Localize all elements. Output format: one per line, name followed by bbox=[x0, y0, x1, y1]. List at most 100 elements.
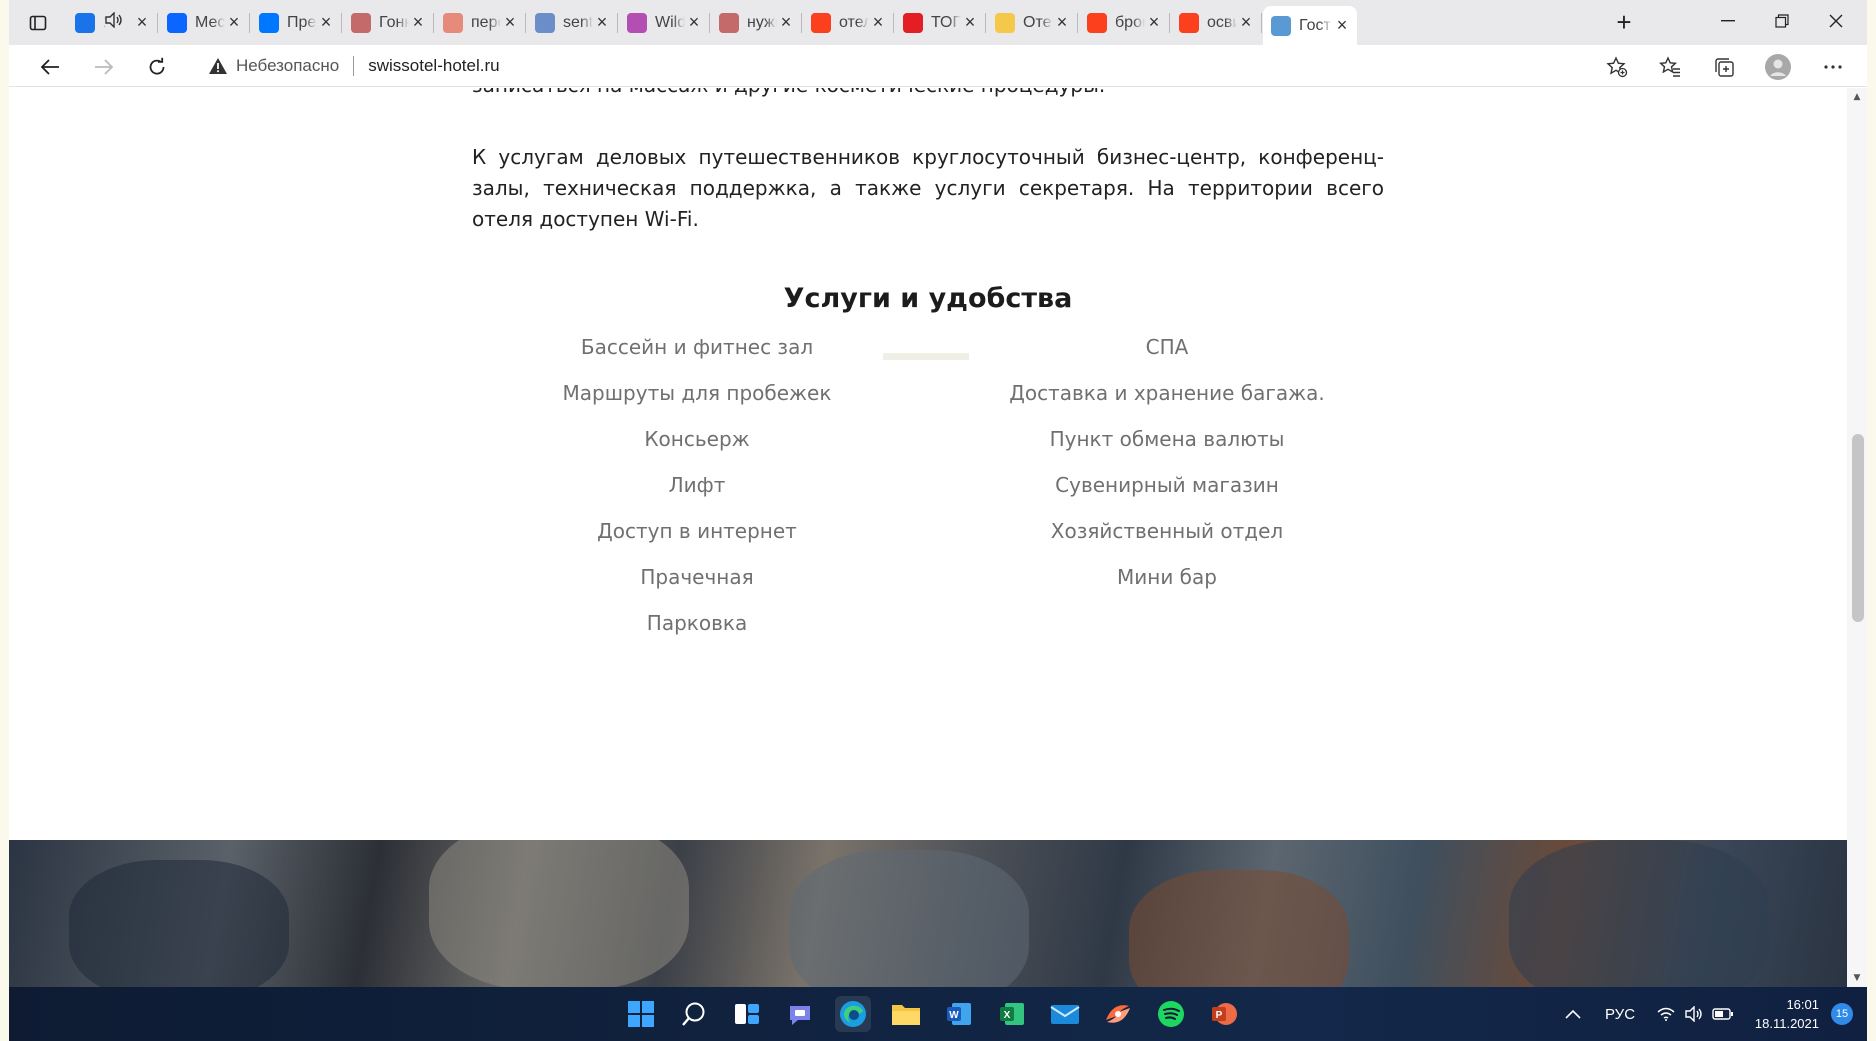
mail-icon bbox=[1050, 1005, 1080, 1024]
mail-button[interactable] bbox=[1047, 996, 1083, 1032]
browser-tab[interactable]: 1× bbox=[67, 6, 158, 39]
browser-tab[interactable]: нужн× bbox=[711, 6, 802, 39]
close-tab-icon[interactable]: × bbox=[961, 12, 979, 33]
favorites-button[interactable] bbox=[1652, 51, 1688, 83]
close-tab-icon[interactable]: × bbox=[409, 12, 427, 33]
amenity-item: Прачечная bbox=[640, 565, 754, 589]
word-icon: W bbox=[947, 1003, 971, 1025]
close-tab-icon[interactable]: × bbox=[1333, 15, 1351, 36]
tab-title: Гост bbox=[1299, 16, 1331, 34]
scroll-thumb[interactable] bbox=[1852, 434, 1864, 622]
amenity-item: Консьерж bbox=[644, 427, 750, 451]
speaker-icon[interactable] bbox=[105, 11, 125, 33]
back-button[interactable] bbox=[34, 51, 66, 83]
teams-chat-button[interactable] bbox=[782, 996, 818, 1032]
chevron-up-icon bbox=[1565, 1009, 1581, 1019]
browser-tab[interactable]: Гонк × bbox=[343, 6, 434, 39]
close-tab-icon[interactable]: × bbox=[1145, 12, 1163, 33]
sw-icon bbox=[1271, 15, 1291, 36]
tab-actions-button[interactable] bbox=[19, 8, 57, 38]
close-tab-icon[interactable]: × bbox=[225, 12, 243, 33]
windows-icon bbox=[628, 1001, 654, 1027]
powerpoint-button[interactable]: P bbox=[1206, 996, 1242, 1032]
amenity-item: Хозяйственный отдел bbox=[1050, 519, 1284, 543]
file-explorer-button[interactable] bbox=[888, 996, 924, 1032]
browser-tab[interactable]: ТОП × bbox=[895, 6, 986, 39]
close-tab-icon[interactable]: × bbox=[133, 12, 151, 33]
close-tab-icon[interactable]: × bbox=[869, 12, 887, 33]
browser-tab[interactable]: Wild × bbox=[619, 6, 710, 39]
browser-tab[interactable]: Пред× bbox=[251, 6, 342, 39]
wifi-icon[interactable] bbox=[1657, 987, 1675, 1041]
collections-button[interactable] bbox=[1706, 51, 1742, 83]
tab-title: Пред bbox=[287, 13, 317, 31]
forward-button[interactable] bbox=[88, 51, 120, 83]
tab-separator bbox=[893, 13, 894, 33]
app-launcher-button[interactable] bbox=[1100, 996, 1136, 1032]
tab-title: 1 bbox=[103, 14, 105, 32]
tab-title: осви bbox=[1207, 13, 1237, 31]
language-indicator[interactable]: РУС bbox=[1605, 987, 1635, 1041]
browser-tab[interactable]: брон× bbox=[1079, 6, 1170, 39]
browser-tab[interactable]: отел × bbox=[803, 6, 894, 39]
spotify-button[interactable] bbox=[1153, 996, 1189, 1032]
refresh-icon bbox=[149, 57, 165, 75]
close-tab-icon[interactable]: × bbox=[1237, 12, 1255, 33]
tray-overflow-button[interactable] bbox=[1565, 987, 1581, 1041]
section-title: Услуги и удобства bbox=[783, 283, 1073, 314]
start-button[interactable] bbox=[623, 996, 659, 1032]
word-button[interactable]: W bbox=[941, 996, 977, 1032]
profile-button[interactable] bbox=[1760, 51, 1796, 83]
clock-time: 16:01 bbox=[1786, 997, 1819, 1012]
amenity-item: Доступ в интернет bbox=[597, 519, 797, 543]
close-tab-icon[interactable]: × bbox=[501, 12, 519, 33]
close-tab-icon[interactable]: × bbox=[593, 12, 611, 33]
tab-title: Wild bbox=[655, 13, 685, 31]
browser-tab[interactable]: Месс× bbox=[159, 6, 250, 39]
notification-badge[interactable]: 15 bbox=[1831, 1003, 1853, 1025]
battery-icon[interactable] bbox=[1712, 987, 1734, 1041]
yandex-icon bbox=[1179, 12, 1199, 33]
close-window-button[interactable] bbox=[1813, 6, 1859, 36]
close-tab-icon[interactable]: × bbox=[1053, 12, 1071, 33]
warning-icon[interactable] bbox=[208, 57, 228, 75]
browser-tab[interactable]: Гост × bbox=[1263, 6, 1357, 45]
yandex-icon bbox=[443, 12, 463, 33]
minimize-button[interactable] bbox=[1705, 6, 1751, 36]
browser-tab[interactable]: sent × bbox=[527, 6, 618, 39]
close-tab-icon[interactable]: × bbox=[317, 12, 335, 33]
volume-icon[interactable] bbox=[1685, 987, 1703, 1041]
scroll-up-arrow-icon[interactable]: ▲ bbox=[1847, 88, 1867, 106]
widgets-button[interactable] bbox=[729, 996, 765, 1032]
pdf-doc-icon bbox=[719, 12, 739, 33]
new-tab-button[interactable]: + bbox=[1609, 8, 1639, 38]
clock[interactable]: 16:01 18.11.2021 bbox=[1755, 995, 1819, 1033]
scroll-down-arrow-icon[interactable]: ▼ bbox=[1847, 969, 1867, 987]
tab-actions-icon bbox=[29, 15, 47, 31]
folder-icon bbox=[892, 1005, 920, 1025]
excel-button[interactable]: X bbox=[994, 996, 1030, 1032]
security-label[interactable]: Небезопасно bbox=[236, 56, 339, 76]
close-icon bbox=[1829, 14, 1843, 28]
browser-tab[interactable]: пере× bbox=[435, 6, 526, 39]
url-text[interactable]: swissotel-hotel.ru bbox=[368, 56, 499, 76]
address-bar[interactable]: Небезопасно swissotel-hotel.ru bbox=[184, 48, 1634, 84]
refresh-button[interactable] bbox=[141, 51, 173, 83]
edge-taskbar-button[interactable] bbox=[835, 996, 871, 1032]
settings-menu-button[interactable] bbox=[1815, 51, 1851, 83]
close-tab-icon[interactable]: × bbox=[685, 12, 703, 33]
restore-button[interactable] bbox=[1759, 6, 1805, 36]
amenity-item: Сувенирный магазин bbox=[1055, 473, 1279, 497]
search-button[interactable] bbox=[676, 996, 712, 1032]
tab-title: ТОП bbox=[931, 13, 961, 31]
browser-tab[interactable]: Оте × bbox=[987, 6, 1078, 39]
page-scrollbar[interactable]: ▲ ▼ bbox=[1847, 88, 1867, 987]
tab-title: пере bbox=[471, 13, 501, 31]
amenity-item: Парковка bbox=[646, 611, 748, 635]
add-favorite-button[interactable] bbox=[1599, 51, 1635, 83]
browser-tab[interactable]: осви × bbox=[1171, 6, 1262, 39]
tab-title: брон bbox=[1115, 13, 1145, 31]
tab-title: отел bbox=[839, 13, 869, 31]
close-tab-icon[interactable]: × bbox=[777, 12, 795, 33]
amenity-item: Маршруты для пробежек bbox=[562, 381, 832, 405]
